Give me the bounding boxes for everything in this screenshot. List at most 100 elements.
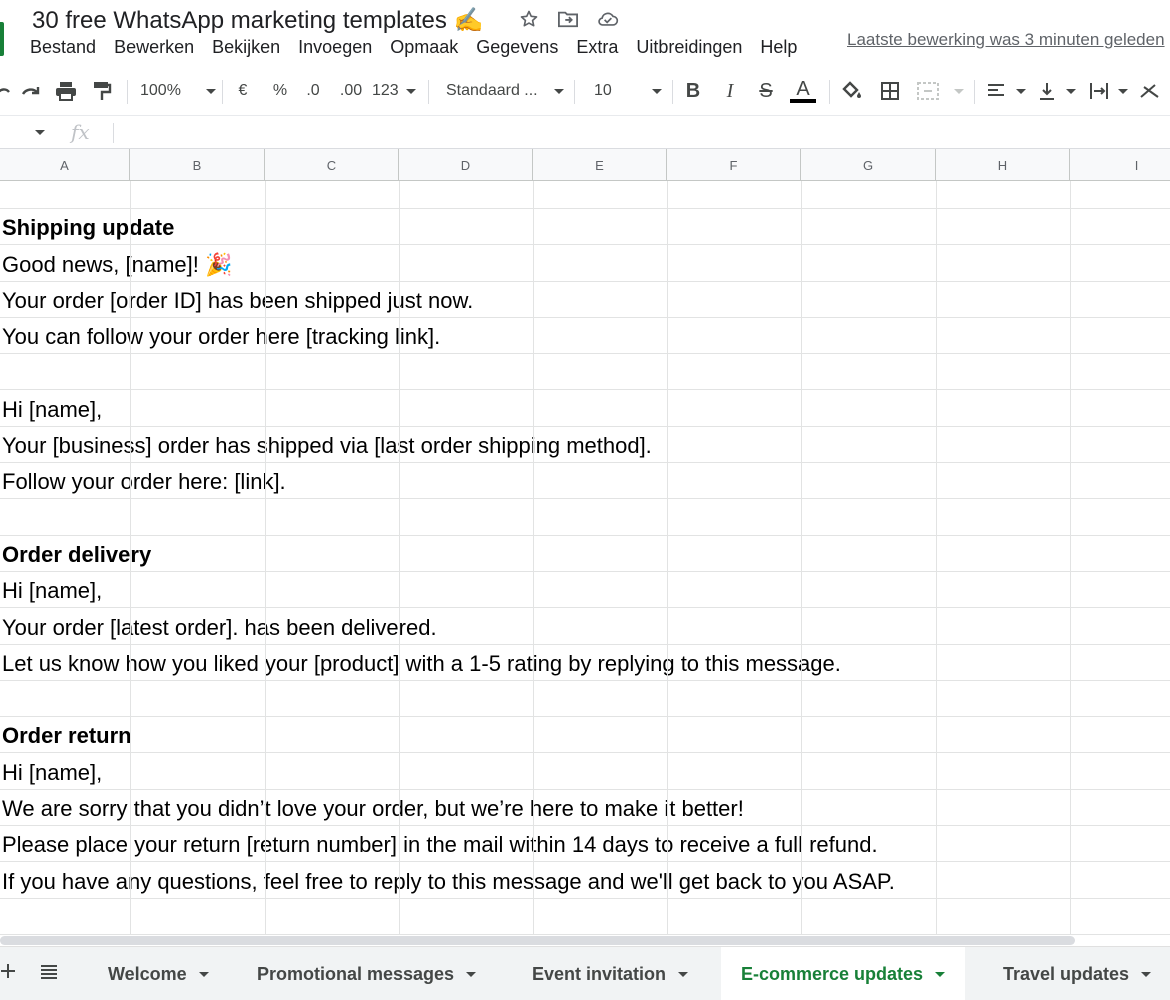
percent-format-button[interactable]: % <box>270 76 290 106</box>
fill-color-icon[interactable] <box>840 76 864 106</box>
name-box-dropdown[interactable] <box>35 130 45 135</box>
sheet-tab-e-commerce-updates[interactable]: E-commerce updates <box>721 947 966 1000</box>
table-row[interactable]: Order return <box>0 717 1170 754</box>
move-to-folder-icon[interactable] <box>557 8 579 30</box>
column-header-a[interactable]: A <box>0 149 130 181</box>
cell-a5[interactable]: You can follow your order here [tracking… <box>2 324 443 351</box>
chevron-down-icon <box>1016 88 1026 94</box>
all-sheets-list-icon[interactable] <box>40 964 58 985</box>
menu-help[interactable]: Help <box>760 37 797 59</box>
cell-a2[interactable]: Shipping update <box>2 215 177 242</box>
undo-icon[interactable] <box>0 76 10 106</box>
table-row[interactable]: Your [business] order has shipped via [l… <box>0 427 1170 464</box>
cell-a18[interactable]: We are sorry that you didn’t love your o… <box>2 796 746 823</box>
print-icon[interactable] <box>53 76 79 106</box>
cell-a14[interactable]: Let us know how you liked your [product]… <box>2 650 843 677</box>
paint-format-icon[interactable] <box>90 76 114 106</box>
sheet-tab-promotional-messages[interactable]: Promotional messages <box>237 947 496 1000</box>
borders-icon[interactable] <box>878 76 902 106</box>
font-family-select[interactable]: Standaard ... <box>446 76 564 106</box>
menu-format[interactable]: Opmaak <box>390 37 458 59</box>
sheet-tab-event-invitation[interactable]: Event invitation <box>512 947 708 1000</box>
table-row[interactable]: Hi [name], <box>0 753 1170 790</box>
text-color-button[interactable]: A <box>789 76 817 106</box>
italic-button[interactable]: I <box>719 76 741 106</box>
menu-tools[interactable]: Extra <box>576 37 618 59</box>
table-row[interactable]: Your order [order ID] has been shipped j… <box>0 282 1170 318</box>
table-row[interactable]: Let us know how you liked your [product]… <box>0 645 1170 681</box>
chevron-down-icon[interactable] <box>1141 971 1152 977</box>
cell-a17[interactable]: Hi [name], <box>2 759 105 786</box>
cell-a8[interactable]: Your [business] order has shipped via [l… <box>2 433 654 460</box>
chevron-down-icon[interactable] <box>935 971 946 977</box>
cell-a9[interactable]: Follow your order here: [link]. <box>2 469 288 496</box>
table-row[interactable]: Hi [name], <box>0 390 1170 427</box>
horizontal-align-icon[interactable] <box>986 76 1026 106</box>
last-edit-link[interactable]: Laatste bewerking was 3 minuten geleden <box>847 30 1165 50</box>
font-size-select[interactable]: 10 <box>594 76 662 106</box>
table-row[interactable]: We are sorry that you didn’t love your o… <box>0 790 1170 827</box>
table-row[interactable]: Shipping update <box>0 209 1170 246</box>
column-header-d[interactable]: D <box>399 149 533 181</box>
menu-data[interactable]: Gegevens <box>476 37 558 59</box>
document-title[interactable]: 30 free WhatsApp marketing templates ✍️ <box>32 6 483 35</box>
cell-a19[interactable]: Please place your return [return number]… <box>2 832 880 859</box>
horizontal-scrollbar[interactable] <box>0 936 1075 945</box>
table-row[interactable] <box>0 354 1170 391</box>
table-row[interactable] <box>0 499 1170 536</box>
column-header-e[interactable]: E <box>533 149 667 181</box>
more-formats-select[interactable]: 123 <box>372 76 416 106</box>
increase-decimals-button[interactable]: .00 <box>336 76 366 106</box>
cloud-status-icon[interactable] <box>597 8 619 30</box>
menu-file[interactable]: Bestand <box>30 37 96 59</box>
cell-a12[interactable]: Hi [name], <box>2 578 105 605</box>
table-row[interactable]: You can follow your order here [tracking… <box>0 318 1170 355</box>
star-icon[interactable] <box>518 8 540 30</box>
table-row[interactable] <box>0 899 1170 935</box>
table-row[interactable] <box>0 681 1170 718</box>
bold-button[interactable]: B <box>682 76 704 106</box>
cell-a16[interactable]: Order return <box>2 723 134 750</box>
vertical-align-icon[interactable] <box>1038 76 1076 106</box>
cell-a20[interactable]: If you have any questions, feel free to … <box>2 868 897 895</box>
column-header-g[interactable]: G <box>801 149 936 181</box>
spreadsheet-grid[interactable]: ABCDEFGHI Shipping update Good news, [nam… <box>0 149 1170 935</box>
zoom-select[interactable]: 100% <box>140 76 216 106</box>
table-row[interactable]: Hi [name], <box>0 572 1170 609</box>
decrease-decimals-button[interactable]: .0 <box>300 76 326 106</box>
column-header-h[interactable]: H <box>936 149 1070 181</box>
column-header-c[interactable]: C <box>265 149 399 181</box>
sheets-logo[interactable] <box>0 22 4 56</box>
menu-view[interactable]: Bekijken <box>212 37 280 59</box>
table-row[interactable]: Your order [latest order]. has been deli… <box>0 608 1170 645</box>
cell-a3[interactable]: Good news, [name]! 🎉 <box>2 251 235 278</box>
table-row[interactable]: Good news, [name]! 🎉 <box>0 245 1170 282</box>
menu-edit[interactable]: Bewerken <box>114 37 194 59</box>
menu-extensions[interactable]: Uitbreidingen <box>636 37 742 59</box>
text-wrap-icon[interactable] <box>1088 76 1128 106</box>
chevron-down-icon[interactable] <box>466 971 477 977</box>
add-sheet-button[interactable] <box>0 957 16 986</box>
strikethrough-button[interactable]: S <box>755 76 777 106</box>
table-row[interactable]: Please place your return [return number]… <box>0 826 1170 863</box>
cell-a4[interactable]: Your order [order ID] has been shipped j… <box>2 287 476 314</box>
chevron-down-icon[interactable] <box>198 971 209 977</box>
table-row[interactable]: Follow your order here: [link]. <box>0 463 1170 500</box>
cell-a7[interactable]: Hi [name], <box>2 396 105 423</box>
currency-format-button[interactable]: € <box>233 76 253 106</box>
text-rotation-icon[interactable] <box>1138 76 1170 106</box>
formula-input[interactable] <box>122 121 1162 145</box>
merge-cells-icon[interactable] <box>916 76 964 106</box>
table-row[interactable]: If you have any questions, feel free to … <box>0 862 1170 899</box>
redo-icon[interactable] <box>18 76 44 106</box>
table-row[interactable] <box>0 181 1170 209</box>
column-header-f[interactable]: F <box>667 149 801 181</box>
chevron-down-icon[interactable] <box>678 971 689 977</box>
sheet-tab-welcome[interactable]: Welcome <box>88 947 229 1000</box>
column-header-i[interactable]: I <box>1070 149 1170 181</box>
cell-a13[interactable]: Your order [latest order]. has been deli… <box>2 614 439 641</box>
sheet-tab-travel-updates[interactable]: Travel updates <box>983 947 1170 1000</box>
table-row[interactable]: Order delivery <box>0 536 1170 572</box>
menu-insert[interactable]: Invoegen <box>298 37 372 59</box>
column-header-b[interactable]: B <box>130 149 265 181</box>
